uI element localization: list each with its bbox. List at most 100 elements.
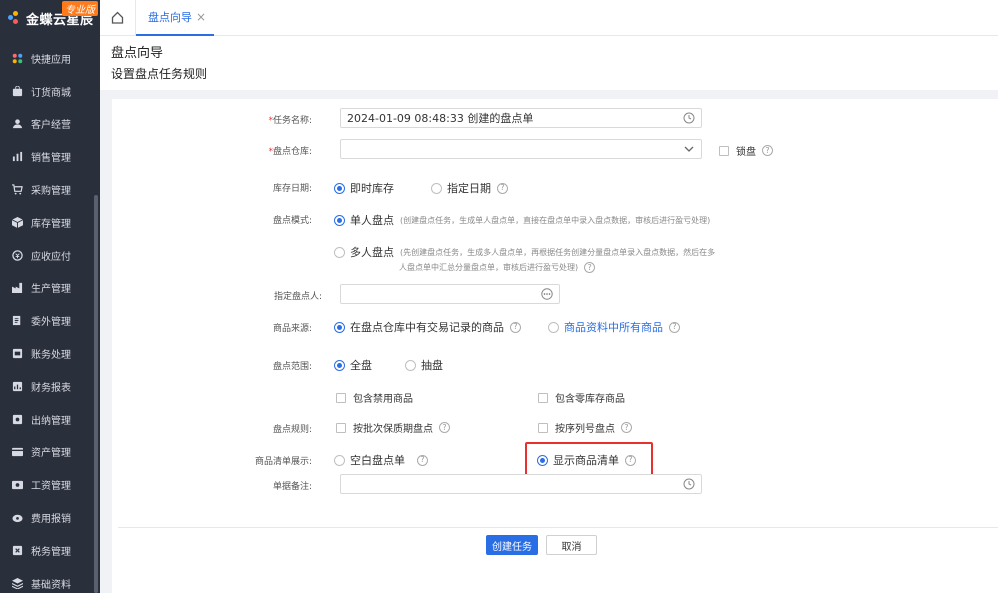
sidebar-item-label: 财务报表 — [31, 382, 71, 394]
home-icon — [111, 11, 124, 24]
help-icon[interactable]: ? — [621, 422, 632, 433]
include-zero-stock-option[interactable]: 包含零库存商品 — [538, 390, 625, 405]
counter-label: 指定盘点人: — [273, 292, 322, 302]
help-icon[interactable]: ? — [762, 145, 773, 156]
highlight-box — [525, 442, 653, 476]
help-icon[interactable]: ? — [584, 262, 596, 273]
edition-badge: 专业版 — [62, 1, 98, 16]
money-icon — [12, 249, 23, 261]
sidebar-item-asset[interactable]: 资产管理 — [0, 436, 100, 469]
counter-input[interactable] — [340, 284, 560, 304]
cancel-button[interactable]: 取消 — [546, 535, 597, 555]
radio-instant-stock[interactable]: 即时库存 — [334, 180, 394, 196]
sidebar-item-label: 费用报销 — [31, 514, 71, 526]
apps-icon — [12, 53, 23, 64]
help-icon[interactable]: ? — [510, 321, 521, 333]
sidebar-item-sales[interactable]: 销售管理 — [0, 140, 100, 173]
radio-traded-goods[interactable]: 在盘点仓库中有交易记录的商品 — [334, 319, 504, 335]
sidebar-item-label: 应收应付 — [31, 251, 71, 263]
radio-all-goods[interactable]: 商品资料中所有商品 — [548, 319, 663, 335]
source-radio-group: 在盘点仓库中有交易记录的商品 ? 商品资料中所有商品 ? — [334, 319, 680, 335]
sidebar-item-label: 生产管理 — [31, 284, 71, 296]
clock-icon[interactable] — [683, 478, 695, 490]
home-tab[interactable] — [100, 0, 136, 36]
lock-stock-checkbox[interactable] — [719, 145, 729, 156]
sidebar-item-purchase[interactable]: 采购管理 — [0, 173, 100, 206]
lock-stock-option[interactable]: 锁盘 ? — [719, 143, 773, 158]
sidebar-item-customer[interactable]: 客户经营 — [0, 108, 100, 141]
sidebar-item-label: 资产管理 — [31, 448, 71, 460]
task-name-label: *任务名称: — [268, 116, 312, 126]
sidebar-item-basic-data[interactable]: 基础资料 — [0, 567, 100, 593]
sidebar-item-outsource[interactable]: 委外管理 — [0, 304, 100, 337]
mode-single-option: 单人盘点 (创建盘点任务，生成单人盘点单，直接在盘点单中录入盘点数据，审核后进行… — [334, 212, 710, 228]
sidebar-item-order-mall[interactable]: 订货商城 — [0, 75, 100, 108]
rule-serial-option[interactable]: 按序列号盘点 ? — [538, 420, 632, 435]
sidebar-item-financial-report[interactable]: 财务报表 — [0, 370, 100, 403]
display-label: 商品清单展示: — [254, 457, 312, 467]
report-icon — [12, 381, 23, 391]
radio-full-count[interactable]: 全盘 — [334, 357, 372, 373]
radio-multi-count[interactable]: 多人盘点 — [334, 244, 394, 260]
radio-specific-date[interactable]: 指定日期 — [431, 180, 491, 196]
warehouse-select[interactable] — [340, 139, 702, 159]
help-icon[interactable]: ? — [439, 422, 450, 433]
sidebar-item-salary[interactable]: 工资管理 — [0, 468, 100, 501]
sidebar-item-production[interactable]: 生产管理 — [0, 272, 100, 305]
help-icon[interactable]: ? — [417, 454, 428, 466]
sidebar-nav: 快捷应用 订货商城 客户经营 销售管理 采购管理 库存管理 应收应付 生产管理 — [0, 42, 100, 593]
sidebar-item-label: 基础资料 — [31, 579, 71, 591]
page-subtitle: 设置盘点任务规则 — [111, 67, 208, 81]
stock-date-radio-group: 即时库存 指定日期 ? — [334, 180, 508, 196]
tab-inventory-wizard[interactable]: 盘点向导 × — [136, 0, 215, 36]
tab-label: 盘点向导 — [148, 10, 192, 24]
radio-single-count[interactable]: 单人盘点 — [334, 212, 394, 228]
logo-icon — [8, 11, 22, 25]
chevron-down-icon — [684, 146, 694, 152]
multi-count-desc-line2: 人盘点单中汇总分量盘点单，审核后进行盈亏处理) — [399, 263, 579, 272]
mode-multi-option: 多人盘点 (先创建盘点任务，生成多人盘点单，再根据任务创建分量盘点单录入盘点数据… — [334, 244, 715, 260]
task-name-value: 2024-01-09 08:48:33 创建的盘点单 — [347, 112, 534, 125]
mode-label: 盘点模式: — [272, 216, 312, 226]
customer-icon — [12, 119, 23, 129]
rule-batch-checkbox[interactable] — [336, 422, 346, 433]
rules-label: 盘点规则: — [272, 425, 312, 435]
factory-icon — [12, 283, 23, 294]
sidebar-item-receivable[interactable]: 应收应付 — [0, 239, 100, 272]
source-label: 商品来源: — [272, 324, 312, 334]
app-logo[interactable]: 金蝶云星辰 专业版 — [0, 0, 100, 36]
sidebar-item-quick-apps[interactable]: 快捷应用 — [0, 42, 100, 75]
task-name-input[interactable]: 2024-01-09 08:48:33 创建的盘点单 — [340, 108, 702, 128]
sidebar-scrollbar[interactable] — [94, 195, 98, 593]
outsource-icon — [12, 316, 21, 326]
sales-icon — [12, 152, 23, 162]
rule-batch-option[interactable]: 按批次保质期盘点 ? — [336, 420, 450, 435]
box-icon — [12, 216, 23, 228]
sidebar-item-tax[interactable]: 税务管理 — [0, 534, 100, 567]
page-title: 盘点向导 — [111, 46, 164, 61]
create-task-button[interactable]: 创建任务 — [486, 535, 538, 555]
remark-input[interactable] — [340, 474, 702, 494]
sidebar-item-label: 快捷应用 — [31, 54, 71, 66]
sidebar-item-cashier[interactable]: 出纳管理 — [0, 403, 100, 436]
include-disabled-option[interactable]: 包含禁用商品 — [336, 390, 413, 405]
scope-radio-group: 全盘 抽盘 — [334, 357, 457, 373]
include-disabled-checkbox[interactable] — [336, 392, 346, 403]
help-icon[interactable]: ? — [497, 182, 508, 194]
sidebar-item-accounting[interactable]: 账务处理 — [0, 337, 100, 370]
sidebar-item-inventory[interactable]: 库存管理 — [0, 206, 100, 239]
rule-serial-checkbox[interactable] — [538, 422, 548, 433]
include-zero-stock-checkbox[interactable] — [538, 392, 548, 403]
more-icon[interactable] — [541, 288, 553, 300]
close-icon[interactable]: × — [196, 10, 206, 24]
remark-label: 单据备注: — [272, 482, 312, 492]
clock-icon[interactable] — [683, 112, 695, 124]
display-blank-option: 空白盘点单 ? — [334, 452, 428, 468]
multi-count-desc-line1: (先创建盘点任务，生成多人盘点单，再根据任务创建分量盘点单录入盘点数据，然后在多 — [400, 247, 716, 257]
help-icon[interactable]: ? — [669, 321, 680, 333]
sidebar-item-expense[interactable]: 费用报销 — [0, 501, 100, 534]
sidebar-item-label: 采购管理 — [31, 186, 71, 198]
radio-blank-sheet[interactable]: 空白盘点单 — [334, 452, 405, 468]
page-header: 盘点向导 设置盘点任务规则 — [100, 36, 998, 90]
radio-sample-count[interactable]: 抽盘 — [405, 357, 443, 373]
